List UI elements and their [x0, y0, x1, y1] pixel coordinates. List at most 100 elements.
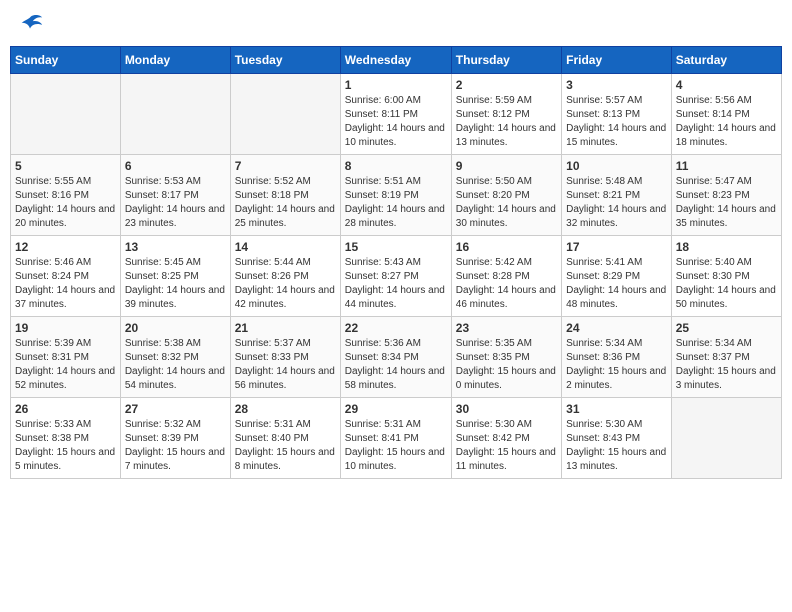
- day-number: 31: [566, 402, 667, 416]
- calendar-week-row: 12 Sunrise: 5:46 AM Sunset: 8:24 PM Dayli…: [11, 236, 782, 317]
- day-info: Sunrise: 5:31 AM Sunset: 8:41 PM Dayligh…: [345, 418, 447, 474]
- calendar-cell: 2 Sunrise: 5:59 AM Sunset: 8:12 PM Daylig…: [451, 74, 561, 155]
- calendar-cell: 30 Sunrise: 5:30 AM Sunset: 8:42 PM Dayli…: [451, 398, 561, 479]
- calendar-cell: 1 Sunrise: 6:00 AM Sunset: 8:11 PM Daylig…: [340, 74, 451, 155]
- day-info: Sunrise: 5:46 AM Sunset: 8:24 PM Dayligh…: [15, 256, 116, 312]
- weekday-header-saturday: Saturday: [671, 47, 781, 74]
- day-number: 24: [566, 321, 667, 335]
- day-number: 3: [566, 78, 667, 92]
- calendar-cell: 20Sunrise: 5:38 AM Sunset: 8:32 PM Dayli…: [120, 317, 230, 398]
- day-number: 14: [235, 240, 336, 254]
- calendar-week-row: 1 Sunrise: 6:00 AM Sunset: 8:11 PM Daylig…: [11, 74, 782, 155]
- calendar-cell: 15 Sunrise: 5:43 AM Sunset: 8:27 PM Dayli…: [340, 236, 451, 317]
- calendar-week-row: 26 Sunrise: 5:33 AM Sunset: 8:38 PM Dayli…: [11, 398, 782, 479]
- day-info: Sunrise: 5:40 AM Sunset: 8:30 PM Dayligh…: [676, 256, 777, 312]
- day-number: 18: [676, 240, 777, 254]
- weekday-header-tuesday: Tuesday: [230, 47, 340, 74]
- day-info: Sunrise: 5:33 AM Sunset: 8:38 PM Dayligh…: [15, 418, 116, 474]
- calendar-cell: 24 Sunrise: 5:34 AM Sunset: 8:36 PM Dayli…: [562, 317, 672, 398]
- day-info: Sunrise: 5:56 AM Sunset: 8:14 PM Dayligh…: [676, 94, 777, 150]
- calendar-cell: 5Sunrise: 5:55 AM Sunset: 8:16 PM Daylig…: [11, 155, 121, 236]
- logo: [14, 10, 44, 38]
- weekday-header-thursday: Thursday: [451, 47, 561, 74]
- day-number: 9: [456, 159, 557, 173]
- day-info: Sunrise: 5:32 AM Sunset: 8:39 PM Dayligh…: [125, 418, 226, 474]
- day-info: Sunrise: 5:41 AM Sunset: 8:29 PM Dayligh…: [566, 256, 667, 312]
- day-info: Sunrise: 5:53 AM Sunset: 8:17 PM Dayligh…: [125, 175, 226, 231]
- day-info: Sunrise: 5:59 AM Sunset: 8:12 PM Dayligh…: [456, 94, 557, 150]
- day-number: 8: [345, 159, 447, 173]
- day-number: 12: [15, 240, 116, 254]
- calendar-cell: 11 Sunrise: 5:47 AM Sunset: 8:23 PM Dayli…: [671, 155, 781, 236]
- calendar-cell: 29 Sunrise: 5:31 AM Sunset: 8:41 PM Dayli…: [340, 398, 451, 479]
- day-info: Sunrise: 5:37 AM Sunset: 8:33 PM Dayligh…: [235, 337, 336, 393]
- day-info: Sunrise: 5:43 AM Sunset: 8:27 PM Dayligh…: [345, 256, 447, 312]
- weekday-header-monday: Monday: [120, 47, 230, 74]
- day-info: Sunrise: 6:00 AM Sunset: 8:11 PM Dayligh…: [345, 94, 447, 150]
- day-info: Sunrise: 5:30 AM Sunset: 8:42 PM Dayligh…: [456, 418, 557, 474]
- calendar-cell: 28Sunrise: 5:31 AM Sunset: 8:40 PM Dayli…: [230, 398, 340, 479]
- day-number: 5: [15, 159, 116, 173]
- calendar-cell: 9 Sunrise: 5:50 AM Sunset: 8:20 PM Daylig…: [451, 155, 561, 236]
- day-info: Sunrise: 5:38 AM Sunset: 8:32 PM Dayligh…: [125, 337, 226, 393]
- calendar-cell: [11, 74, 121, 155]
- calendar-table: SundayMondayTuesdayWednesdayThursdayFrid…: [10, 46, 782, 479]
- day-number: 17: [566, 240, 667, 254]
- day-number: 29: [345, 402, 447, 416]
- calendar-cell: 14 Sunrise: 5:44 AM Sunset: 8:26 PM Dayli…: [230, 236, 340, 317]
- calendar-cell: 6Sunrise: 5:53 AM Sunset: 8:17 PM Daylig…: [120, 155, 230, 236]
- day-number: 15: [345, 240, 447, 254]
- calendar-week-row: 19 Sunrise: 5:39 AM Sunset: 8:31 PM Dayli…: [11, 317, 782, 398]
- calendar-cell: [671, 398, 781, 479]
- day-info: Sunrise: 5:35 AM Sunset: 8:35 PM Dayligh…: [456, 337, 557, 393]
- day-number: 2: [456, 78, 557, 92]
- day-number: 28: [235, 402, 336, 416]
- day-info: Sunrise: 5:48 AM Sunset: 8:21 PM Dayligh…: [566, 175, 667, 231]
- calendar-cell: 16 Sunrise: 5:42 AM Sunset: 8:28 PM Dayli…: [451, 236, 561, 317]
- calendar-cell: 7 Sunrise: 5:52 AM Sunset: 8:18 PM Daylig…: [230, 155, 340, 236]
- day-number: 16: [456, 240, 557, 254]
- day-info: Sunrise: 5:44 AM Sunset: 8:26 PM Dayligh…: [235, 256, 336, 312]
- calendar-cell: 3 Sunrise: 5:57 AM Sunset: 8:13 PM Daylig…: [562, 74, 672, 155]
- day-number: 25: [676, 321, 777, 335]
- calendar-cell: 31 Sunrise: 5:30 AM Sunset: 8:43 PM Dayli…: [562, 398, 672, 479]
- calendar-cell: 4 Sunrise: 5:56 AM Sunset: 8:14 PM Daylig…: [671, 74, 781, 155]
- day-number: 1: [345, 78, 447, 92]
- day-info: Sunrise: 5:34 AM Sunset: 8:36 PM Dayligh…: [566, 337, 667, 393]
- calendar-week-row: 5Sunrise: 5:55 AM Sunset: 8:16 PM Daylig…: [11, 155, 782, 236]
- calendar-cell: 27 Sunrise: 5:32 AM Sunset: 8:39 PM Dayli…: [120, 398, 230, 479]
- day-info: Sunrise: 5:47 AM Sunset: 8:23 PM Dayligh…: [676, 175, 777, 231]
- calendar-cell: [230, 74, 340, 155]
- day-info: Sunrise: 5:39 AM Sunset: 8:31 PM Dayligh…: [15, 337, 116, 393]
- calendar-cell: 21Sunrise: 5:37 AM Sunset: 8:33 PM Dayli…: [230, 317, 340, 398]
- day-number: 11: [676, 159, 777, 173]
- day-number: 4: [676, 78, 777, 92]
- day-number: 26: [15, 402, 116, 416]
- calendar-cell: 22 Sunrise: 5:36 AM Sunset: 8:34 PM Dayli…: [340, 317, 451, 398]
- day-number: 19: [15, 321, 116, 335]
- day-number: 10: [566, 159, 667, 173]
- day-number: 13: [125, 240, 226, 254]
- day-number: 7: [235, 159, 336, 173]
- weekday-header-wednesday: Wednesday: [340, 47, 451, 74]
- day-number: 27: [125, 402, 226, 416]
- day-info: Sunrise: 5:36 AM Sunset: 8:34 PM Dayligh…: [345, 337, 447, 393]
- day-info: Sunrise: 5:52 AM Sunset: 8:18 PM Dayligh…: [235, 175, 336, 231]
- day-info: Sunrise: 5:30 AM Sunset: 8:43 PM Dayligh…: [566, 418, 667, 474]
- day-info: Sunrise: 5:34 AM Sunset: 8:37 PM Dayligh…: [676, 337, 777, 393]
- day-info: Sunrise: 5:57 AM Sunset: 8:13 PM Dayligh…: [566, 94, 667, 150]
- day-number: 23: [456, 321, 557, 335]
- weekday-header-row: SundayMondayTuesdayWednesdayThursdayFrid…: [11, 47, 782, 74]
- calendar-cell: [120, 74, 230, 155]
- day-info: Sunrise: 5:45 AM Sunset: 8:25 PM Dayligh…: [125, 256, 226, 312]
- logo-bird-icon: [16, 10, 44, 38]
- calendar-cell: 19 Sunrise: 5:39 AM Sunset: 8:31 PM Dayli…: [11, 317, 121, 398]
- calendar-cell: 8 Sunrise: 5:51 AM Sunset: 8:19 PM Daylig…: [340, 155, 451, 236]
- day-info: Sunrise: 5:51 AM Sunset: 8:19 PM Dayligh…: [345, 175, 447, 231]
- calendar-cell: 10 Sunrise: 5:48 AM Sunset: 8:21 PM Dayli…: [562, 155, 672, 236]
- day-info: Sunrise: 5:42 AM Sunset: 8:28 PM Dayligh…: [456, 256, 557, 312]
- calendar-cell: 23 Sunrise: 5:35 AM Sunset: 8:35 PM Dayli…: [451, 317, 561, 398]
- day-number: 22: [345, 321, 447, 335]
- day-info: Sunrise: 5:50 AM Sunset: 8:20 PM Dayligh…: [456, 175, 557, 231]
- day-number: 30: [456, 402, 557, 416]
